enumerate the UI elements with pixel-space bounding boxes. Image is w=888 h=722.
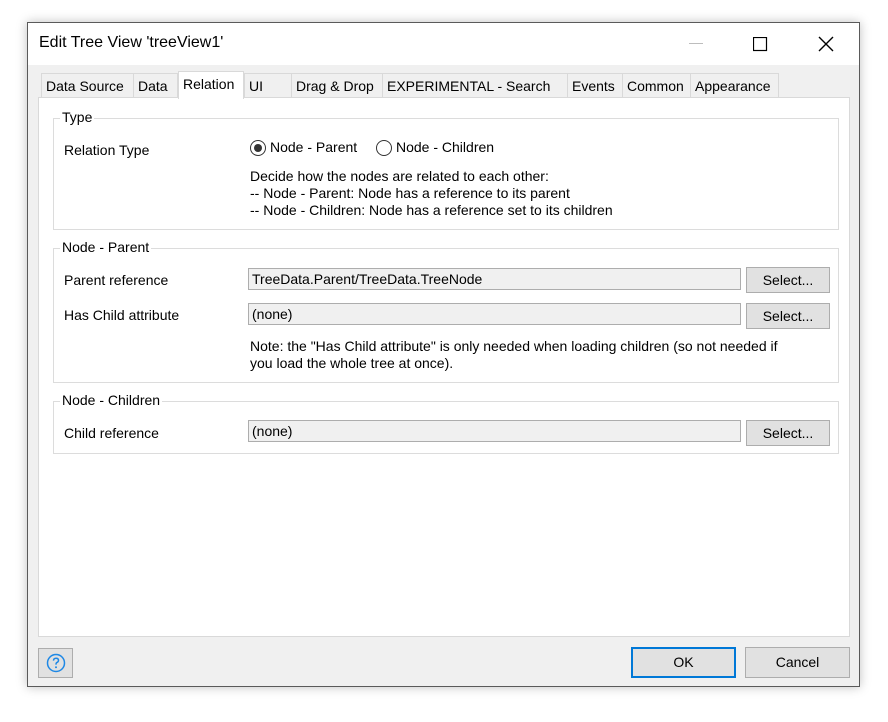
relation-panel: Type Relation Type Node - Parent Node - … <box>38 97 850 637</box>
child-reference-select-button[interactable]: Select... <box>746 420 830 446</box>
tab-data[interactable]: Data <box>133 73 178 97</box>
tab-common[interactable]: Common <box>622 73 691 97</box>
ok-button[interactable]: OK <box>631 647 736 678</box>
has-child-attribute-select-button[interactable]: Select... <box>746 303 830 329</box>
parent-reference-label: Parent reference <box>64 272 169 288</box>
parent-reference-field[interactable]: TreeData.Parent/TreeData.TreeNode <box>248 268 741 290</box>
tab-appearance[interactable]: Appearance <box>690 73 779 97</box>
node-parent-group: Node - Parent Parent reference TreeData.… <box>53 239 839 383</box>
child-reference-field[interactable]: (none) <box>248 420 741 442</box>
tab-ui[interactable]: UI <box>244 73 292 97</box>
help-button[interactable] <box>38 648 73 678</box>
close-button[interactable] <box>803 23 849 65</box>
minimize-button[interactable] <box>673 23 719 65</box>
help-icon <box>46 653 65 673</box>
tab-data-source[interactable]: Data Source <box>41 73 134 97</box>
parent-reference-select-button[interactable]: Select... <box>746 267 830 293</box>
radio-node-parent[interactable] <box>250 140 266 156</box>
has-child-note: Note: the "Has Child attribute" is only … <box>250 338 778 354</box>
tab-strip: Data Source Data Relation UI Drag & Drop… <box>38 71 853 99</box>
child-reference-label: Child reference <box>64 425 159 441</box>
radio-node-children[interactable] <box>376 140 392 156</box>
tab-events[interactable]: Events <box>567 73 623 97</box>
dialog-window: Edit Tree View 'treeView1' Data Source D… <box>27 22 860 687</box>
node-parent-group-title: Node - Parent <box>60 239 152 255</box>
relation-type-label: Relation Type <box>64 142 150 158</box>
tab-drag-drop[interactable]: Drag & Drop <box>291 73 383 97</box>
tab-experimental-search[interactable]: EXPERIMENTAL - Search <box>382 73 568 97</box>
minimize-icon <box>689 43 703 44</box>
window-title: Edit Tree View 'treeView1' <box>39 34 224 51</box>
title-bar: Edit Tree View 'treeView1' <box>28 23 859 65</box>
has-child-attribute-field[interactable]: (none) <box>248 303 741 325</box>
close-icon <box>818 36 834 52</box>
maximize-icon <box>752 36 767 51</box>
type-group-title: Type <box>60 109 95 125</box>
type-group: Type Relation Type Node - Parent Node - … <box>53 109 839 230</box>
description-line: -- Node - Children: Node has a reference… <box>250 202 613 218</box>
has-child-attribute-label: Has Child attribute <box>64 307 180 323</box>
description-line: Decide how the nodes are related to each… <box>250 168 549 184</box>
maximize-button[interactable] <box>737 23 783 65</box>
has-child-note: you load the whole tree at once). <box>250 355 454 371</box>
node-children-group-title: Node - Children <box>60 392 163 408</box>
cancel-button[interactable]: Cancel <box>745 647 850 678</box>
description-line: -- Node - Parent: Node has a reference t… <box>250 185 570 201</box>
radio-node-children-label[interactable]: Node - Children <box>396 139 494 155</box>
radio-node-parent-label[interactable]: Node - Parent <box>270 139 357 155</box>
node-children-group: Node - Children Child reference (none) S… <box>53 392 839 454</box>
tab-relation[interactable]: Relation <box>178 71 244 99</box>
